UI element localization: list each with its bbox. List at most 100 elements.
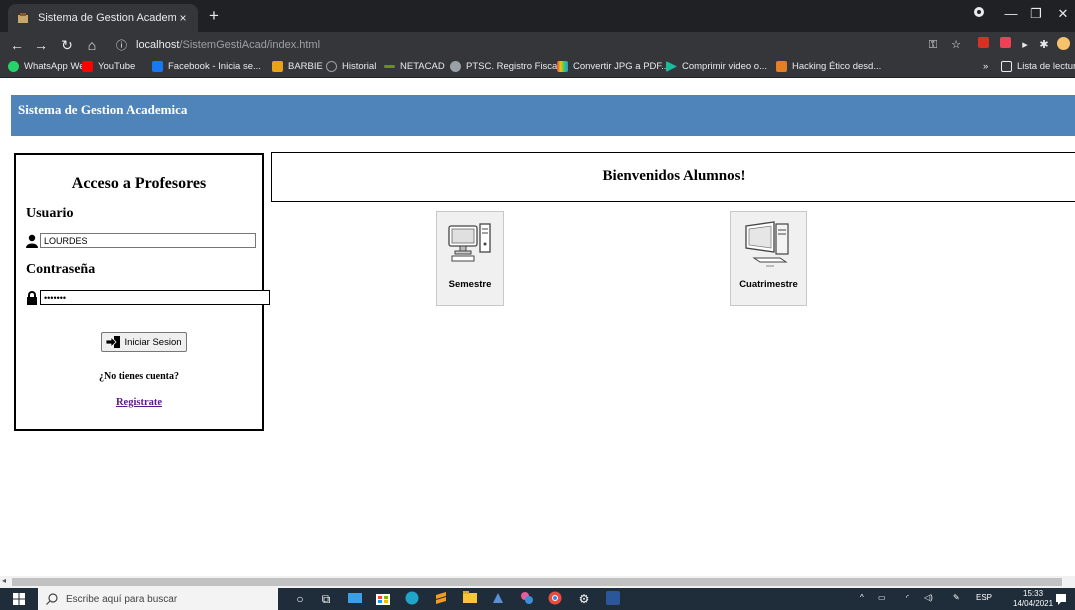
cuatrimestre-label: Cuatrimestre [739, 279, 798, 290]
windows-taskbar: Escribe aquí para buscar ○ ⧉ ⚙ ^ ▭ ◜ ◁) … [0, 588, 1075, 610]
scrollbar-thumb[interactable] [12, 578, 1062, 586]
site-info-icon[interactable]: ⓘ [116, 37, 130, 53]
close-window-button[interactable]: ✕ [1052, 6, 1074, 22]
whatsapp-icon [8, 61, 19, 72]
bookmark-facebook[interactable]: Facebook - Inicia se... [152, 61, 261, 72]
password-row [26, 290, 270, 305]
chrome-icon[interactable] [547, 591, 563, 607]
cuatrimestre-tile[interactable]: Cuatrimestre [730, 211, 807, 306]
site-title: Sistema de Gestion Academica [18, 102, 188, 117]
url-text: localhost/SistemGestiAcad/index.html [136, 39, 320, 51]
cortana-icon[interactable]: ○ [292, 591, 308, 607]
clock-date: 14/04/2021 [1013, 599, 1054, 608]
login-button-label: Iniciar Sesion [124, 336, 182, 348]
settings-gear-icon[interactable]: ⚙ [576, 591, 592, 607]
play-triangle-icon [666, 61, 677, 72]
profile-avatar-icon[interactable] [1055, 37, 1071, 53]
tray-chevron-icon[interactable]: ^ [860, 593, 864, 602]
page-favicon-icon [16, 11, 30, 25]
no-account-text: ¿No tienes cuenta? [99, 371, 179, 382]
sublime-icon[interactable] [433, 591, 449, 607]
register-link[interactable]: Registrate [16, 397, 262, 408]
home-button[interactable]: ⌂ [83, 36, 101, 54]
password-label: Contraseña [26, 262, 96, 277]
tab-title: Sistema de Gestion Academica [38, 12, 176, 24]
facebook-icon [152, 61, 163, 72]
bookmark-hacking[interactable]: Hacking Ético desd... [776, 61, 881, 72]
key-icon[interactable]: ⚿ [925, 37, 941, 53]
app-colorful-icon[interactable] [519, 591, 535, 607]
notification-icon[interactable] [1055, 593, 1067, 605]
address-bar[interactable]: ⓘ localhost/SistemGestiAcad/index.html [108, 35, 918, 55]
history-icon [326, 61, 337, 72]
username-input[interactable] [40, 233, 256, 248]
login-heading: Acceso a Profesores [71, 175, 207, 192]
minimize-button[interactable]: — [1000, 6, 1022, 21]
extensions-puzzle-icon[interactable]: ✱ [1036, 37, 1052, 53]
volume-icon[interactable]: ◁) [924, 593, 933, 602]
netacad-icon [384, 65, 395, 68]
task-view-icon[interactable]: ⧉ [318, 591, 334, 607]
header-banner: Sistema de Gestion Academica [11, 95, 1075, 136]
bookmark-whatsapp[interactable]: WhatsApp Web [8, 61, 90, 72]
pen-icon[interactable]: ✎ [953, 593, 960, 602]
word-icon[interactable] [605, 591, 621, 607]
semestre-label: Semestre [448, 279, 492, 290]
search-icon [46, 593, 58, 605]
store-icon[interactable] [375, 591, 391, 607]
bookmark-ptsc[interactable]: PTSC. Registro Fisca... [450, 61, 565, 72]
bookmark-jpg-pdf[interactable]: Convertir JPG a PDF... [557, 61, 669, 72]
tab-close-button[interactable]: × [176, 11, 190, 25]
clock[interactable]: 15:33 14/04/2021 [1013, 589, 1053, 609]
username-row [26, 233, 256, 248]
mail-icon[interactable] [347, 591, 363, 607]
login-button[interactable]: Iniciar Sesion [101, 332, 187, 352]
wifi-icon[interactable]: ◜ [906, 593, 909, 602]
forward-button[interactable]: → [32, 36, 50, 54]
welcome-panel: Bienvenidos Alumnos! [271, 152, 1075, 202]
bookmark-barbie[interactable]: BARBIE [272, 61, 323, 72]
bookmark-comprimir-video[interactable]: Comprimir video o... [666, 61, 767, 72]
star-bookmark-icon[interactable]: ☆ [948, 37, 964, 53]
clock-time: 15:33 [1023, 589, 1044, 598]
globe-icon [450, 61, 461, 72]
bookmark-netacad[interactable]: NETACAD [384, 61, 445, 72]
pdf-converter-icon [557, 61, 568, 72]
bookmarks-bar: WhatsApp Web YouTube Facebook - Inicia s… [0, 58, 1075, 78]
sign-in-icon [106, 336, 121, 348]
url-host: localhost [136, 39, 180, 51]
reload-button[interactable]: ↻ [58, 36, 76, 54]
bookmark-youtube[interactable]: YouTube [82, 61, 135, 72]
scroll-left-icon[interactable]: ◂ [2, 576, 6, 585]
computer-icon [448, 223, 491, 262]
extension-red-icon[interactable] [975, 37, 991, 53]
password-input[interactable] [40, 290, 270, 305]
barbie-icon [272, 61, 283, 72]
taskbar-search[interactable]: Escribe aquí para buscar [38, 588, 278, 610]
windows-start-icon[interactable] [13, 593, 25, 605]
language-indicator[interactable]: ESP [976, 593, 992, 602]
edge-icon[interactable] [404, 591, 420, 607]
file-explorer-icon[interactable] [462, 591, 478, 607]
extension-play-icon[interactable]: ▸ [1017, 37, 1033, 53]
new-tab-button[interactable]: + [204, 6, 224, 26]
reading-list-button[interactable]: Lista de lectura [1001, 61, 1075, 72]
bookmark-historial[interactable]: Historial [326, 61, 376, 72]
hacking-icon [776, 61, 787, 72]
web-page: Sistema de Gestion Academica Acceso a Pr… [0, 79, 1075, 576]
browser-tab-strip: Sistema de Gestion Academica × + — ❐ ✕ [0, 0, 1075, 32]
restore-button[interactable]: ❐ [1025, 6, 1047, 22]
url-path: /SistemGestiAcad/index.html [179, 39, 321, 51]
login-panel: Acceso a Profesores Usuario Contraseña I… [14, 153, 270, 431]
browser-toolbar: ← → ↻ ⌂ ⓘ localhost/SistemGestiAcad/inde… [0, 32, 1075, 58]
reading-list-icon [1001, 61, 1012, 72]
profile-sync-icon[interactable] [968, 6, 990, 21]
back-button[interactable]: ← [8, 36, 26, 54]
horizontal-scrollbar[interactable]: ◂ [0, 576, 1075, 588]
app-blue-icon[interactable] [490, 591, 506, 607]
more-bookmarks-button[interactable]: » [983, 61, 988, 72]
browser-tab[interactable]: Sistema de Gestion Academica × [8, 4, 198, 32]
semestre-tile[interactable]: Semestre [436, 211, 504, 306]
extension-pocket-icon[interactable] [997, 37, 1013, 53]
network-icon[interactable]: ▭ [878, 593, 886, 602]
